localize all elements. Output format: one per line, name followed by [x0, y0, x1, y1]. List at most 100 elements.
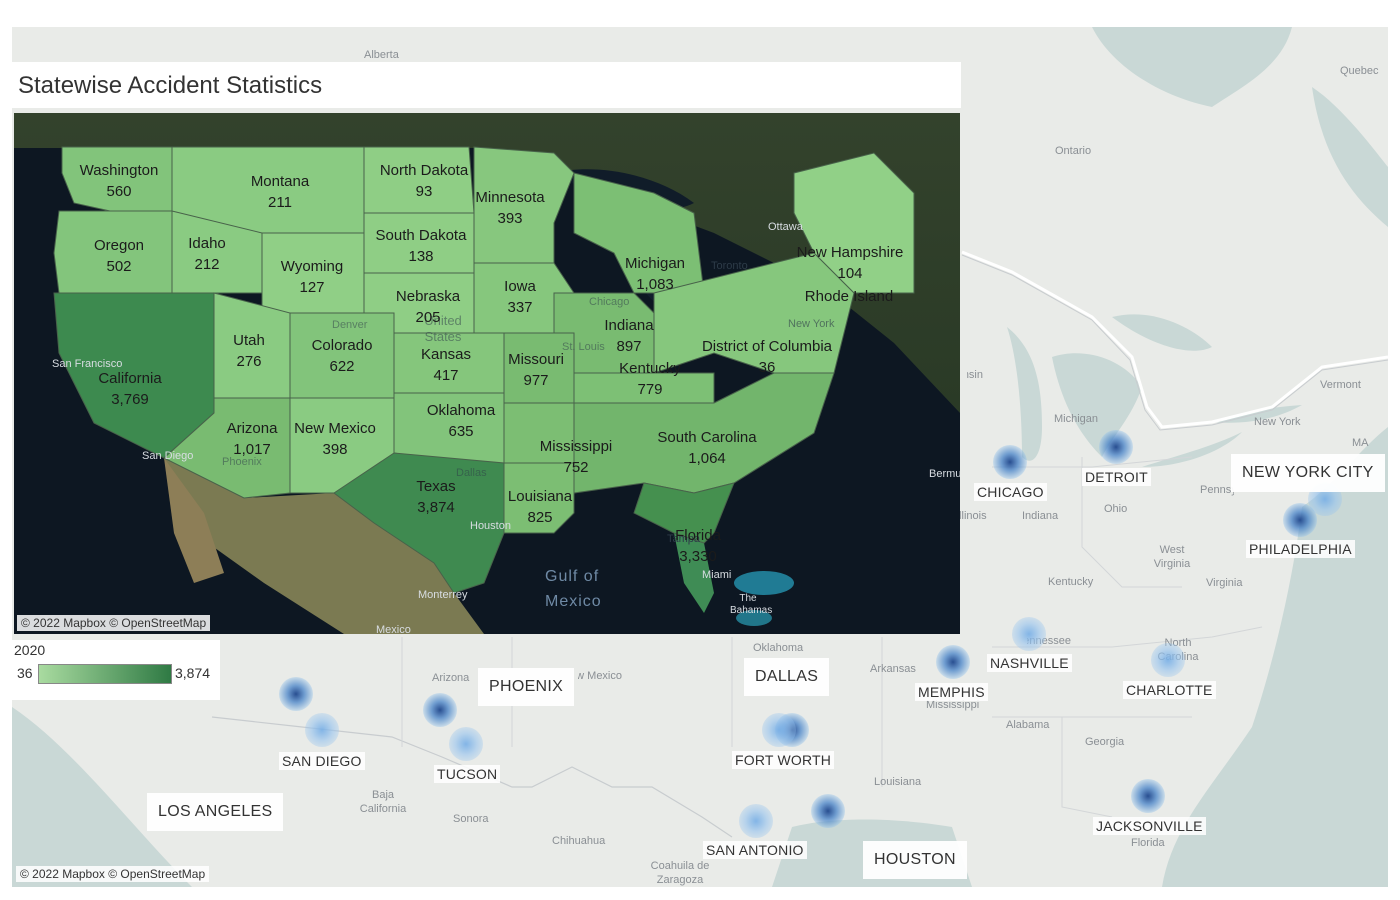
- bg-label: Baja California: [359, 789, 407, 815]
- state-label-colorado[interactable]: Colorado 622: [312, 335, 373, 377]
- state-label-arizona[interactable]: Arizona 1,017: [227, 418, 278, 460]
- bg-label: West Virginia: [1153, 544, 1191, 570]
- state-label-north-dakota[interactable]: North Dakota 93: [380, 160, 468, 202]
- state-label-new-hampshire[interactable]: New Hampshire 104: [797, 242, 904, 284]
- state-value: 977: [523, 372, 549, 389]
- state-label-kentucky[interactable]: Kentucky 779: [619, 358, 681, 400]
- state-name: Missouri: [508, 351, 564, 368]
- bg-label: Florida: [1131, 837, 1165, 849]
- place-label: Ottawa: [768, 221, 803, 233]
- place-label: Miami: [702, 569, 732, 581]
- city-marker-fort-worth[interactable]: [762, 713, 796, 747]
- state-value: 393: [497, 210, 523, 227]
- state-label-louisiana[interactable]: Louisiana 825: [508, 486, 572, 528]
- legend-gradient-bar: [38, 664, 172, 684]
- state-value: 93: [415, 183, 433, 200]
- state-label-district-of-columbia[interactable]: District of Columbia 36: [702, 336, 832, 378]
- state-label-california[interactable]: California 3,769: [98, 368, 161, 410]
- state-value: 1,064: [688, 450, 726, 467]
- state-label-missouri[interactable]: Missouri 977: [508, 349, 564, 391]
- state-label-michigan[interactable]: Michigan 1,083: [625, 253, 685, 295]
- state-name: Oklahoma: [426, 402, 496, 419]
- city-marker-philadelphia[interactable]: [1283, 503, 1317, 537]
- bg-label: Illinois: [956, 510, 987, 522]
- city-marker-san-diego[interactable]: [305, 713, 339, 747]
- bg-label: Virginia: [1206, 577, 1243, 589]
- bg-label: Louisiana: [874, 776, 922, 788]
- state-value: 635: [448, 423, 474, 440]
- state-label-florida[interactable]: Florida 3,330: [675, 525, 721, 567]
- legend-min: 36: [17, 665, 33, 681]
- state-name: Kentucky: [619, 360, 681, 377]
- city-label-san-diego: SAN DIEGO: [279, 752, 365, 770]
- city-marker-nashville[interactable]: [1012, 617, 1046, 651]
- state-name: District of Columbia: [701, 338, 833, 355]
- state-label-indiana[interactable]: Indiana 897: [604, 315, 653, 357]
- state-name: Rhode Island: [804, 288, 894, 305]
- state-label-nebraska[interactable]: Nebraska 205: [396, 286, 460, 328]
- city-marker-memphis[interactable]: [936, 645, 970, 679]
- city-marker-los-angeles[interactable]: [279, 677, 313, 711]
- state-label-south-dakota[interactable]: South Dakota 138: [376, 225, 467, 267]
- state-value: 560: [106, 183, 132, 200]
- state-name: Utah: [233, 332, 265, 349]
- state-name: South Dakota: [375, 227, 467, 244]
- city-label-dallas: DALLAS: [744, 658, 830, 696]
- state-value: 104: [837, 265, 863, 282]
- statewise-choropleth-map[interactable]: Ottawa Toronto Chicago Denver United Sta…: [14, 113, 960, 634]
- state-label-oregon[interactable]: Oregon 502: [94, 235, 144, 277]
- bg-label: Coahuila de Zaragoza: [650, 860, 710, 886]
- bg-label: Alberta: [364, 49, 399, 61]
- state-label-idaho[interactable]: Idaho 212: [188, 233, 226, 275]
- bg-label: Ohio: [1104, 503, 1128, 515]
- city-marker-detroit[interactable]: [1099, 430, 1133, 464]
- state-value: 825: [527, 509, 553, 526]
- state-name: Louisiana: [507, 488, 573, 505]
- state-label-washington[interactable]: Washington 560: [80, 160, 159, 202]
- bg-label: Pennsylvania: [1200, 484, 1234, 496]
- bg-label: Vermont: [1320, 379, 1361, 391]
- city-label-nashville: NASHVILLE: [987, 654, 1072, 672]
- state-label-mississippi[interactable]: Mississippi 752: [540, 436, 613, 478]
- state-name: Wyoming: [280, 258, 344, 275]
- city-marker-phoenix[interactable]: [423, 693, 457, 727]
- state-name: Colorado: [311, 337, 373, 354]
- state-label-south-carolina[interactable]: South Carolina 1,064: [657, 427, 756, 469]
- state-value: 212: [194, 256, 220, 273]
- map-attribution[interactable]: © 2022 Mapbox © OpenStreetMap: [16, 866, 210, 882]
- state-name: North Dakota: [379, 162, 469, 179]
- state-value: 127: [299, 279, 325, 296]
- state-label-texas[interactable]: Texas 3,874: [416, 476, 455, 518]
- state-value: 211: [268, 194, 292, 211]
- place-label: Dallas: [456, 467, 487, 479]
- state-label-minnesota[interactable]: Minnesota 393: [475, 187, 544, 229]
- bg-label: New York: [1254, 416, 1301, 428]
- city-marker-chicago[interactable]: [993, 445, 1027, 479]
- legend-title: 2020: [14, 642, 46, 658]
- city-marker-jacksonville[interactable]: [1131, 779, 1165, 813]
- state-label-new-mexico[interactable]: New Mexico 398: [294, 418, 376, 460]
- city-marker-houston[interactable]: [811, 794, 845, 828]
- state-label-utah[interactable]: Utah 276: [233, 330, 265, 372]
- state-label-wyoming[interactable]: Wyoming 127: [281, 256, 343, 298]
- state-label-rhode-island[interactable]: Rhode Island: [805, 286, 893, 307]
- state-label-montana[interactable]: Montana 211: [251, 171, 309, 213]
- place-label: Gulf of: [545, 568, 600, 585]
- state-name: Florida: [675, 527, 721, 544]
- city-marker-san-antonio[interactable]: [739, 804, 773, 838]
- state-value: 417: [433, 367, 459, 384]
- state-value: 36: [758, 359, 776, 376]
- state-label-kansas[interactable]: Kansas 417: [421, 344, 471, 386]
- bg-label: MA: [1352, 437, 1369, 449]
- state-label-iowa[interactable]: Iowa 337: [504, 276, 536, 318]
- state-value: 752: [563, 459, 589, 476]
- state-name: Mississippi: [539, 438, 613, 455]
- city-label-detroit: DETROIT: [1082, 468, 1151, 486]
- city-marker-charlotte[interactable]: [1151, 643, 1185, 677]
- title-bar: Statewise Accident Statistics: [12, 62, 961, 108]
- inset-map-attribution[interactable]: © 2022 Mapbox © OpenStreetMap: [17, 615, 211, 631]
- state-value: 502: [106, 258, 132, 275]
- city-marker-tucson[interactable]: [449, 727, 483, 761]
- state-label-oklahoma[interactable]: Oklahoma 635: [427, 400, 495, 442]
- bg-label: Ontario: [1055, 145, 1092, 157]
